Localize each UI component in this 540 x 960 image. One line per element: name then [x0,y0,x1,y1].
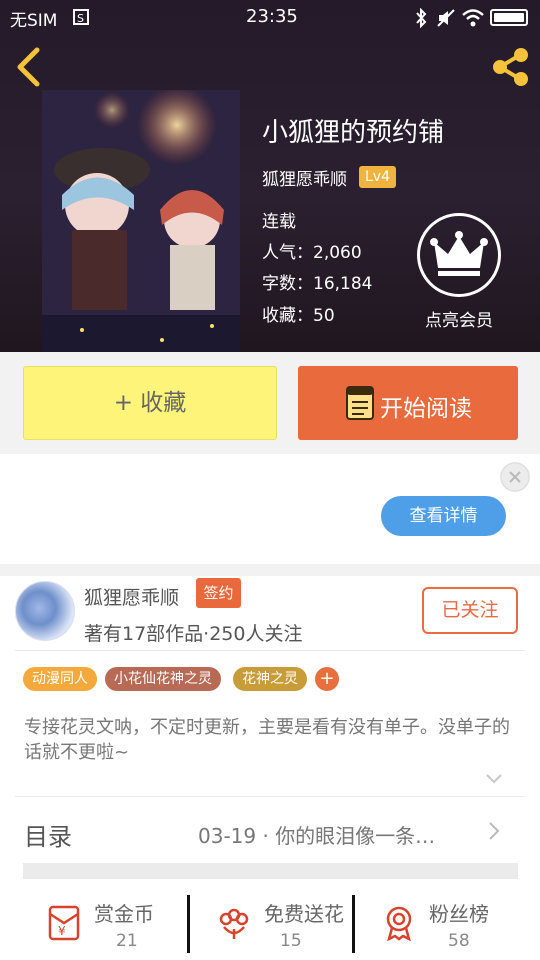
back-button[interactable] [10,44,50,90]
screenshot-icon: S [73,9,89,25]
start-reading-button[interactable]: 开始阅读 [298,366,518,440]
tag-chip[interactable]: 小花仙花神之灵 [105,667,221,691]
carrier-label: 无SIM [10,11,58,31]
fan-ranking-button[interactable]: 粉丝榜 58 [355,891,525,960]
action-bar: + 收藏 开始阅读 [0,352,540,454]
divider [15,650,525,651]
book-author[interactable]: 狐狸愿乖顺 [262,165,347,190]
view-details-button[interactable]: 查看详情 [381,496,506,536]
wifi-icon [462,9,484,27]
book-description: 专接花灵文呐，不定时更新，主要是看有没有单子。没单子的话就不更啦~ [24,717,510,763]
book-header: 无SIM S 23:35 小狐狸的预约铺 狐狸愿乖顺 Lv4 连载 人气：2,0… [0,0,540,352]
book-popularity: 人气：2,060 [262,243,362,263]
crown-icon [430,231,488,276]
book-cover-image[interactable] [42,90,240,352]
latest-chapter: 03-19 · 你的眼泪像一条… [198,824,436,848]
section-separator [23,863,518,879]
vip-circle [417,213,501,297]
flower-icon [219,908,249,939]
send-flowers-count: 15 [280,931,302,951]
add-favorite-button[interactable]: + 收藏 [23,366,277,440]
ad-close-button[interactable] [500,462,530,492]
red-envelope-yen-icon: ¥ [48,905,80,941]
mute-icon [437,9,455,27]
svg-text:¥: ¥ [58,924,66,938]
tag-chip[interactable]: 动漫同人 [23,667,97,691]
ad-banner: 查看详情 [0,454,540,564]
vip-label: 点亮会员 [425,311,493,331]
vip-button[interactable]: 点亮会员 [413,213,505,331]
level-badge: Lv4 [359,166,396,188]
author-name[interactable]: 狐狸愿乖顺 [84,583,179,610]
tag-chip[interactable]: 花神之灵 [233,667,307,691]
battery-icon [490,9,528,26]
bluetooth-icon [416,8,427,28]
reader-actions-row: ¥ 赏金币 21 免费送花 15 粉丝榜 58 [0,891,540,960]
table-of-contents-row[interactable]: 目录 03-19 · 你的眼泪像一条… [0,797,540,863]
reward-coins-count: 21 [116,931,138,951]
signed-badge: 签约 [196,578,241,608]
share-button[interactable] [488,46,532,88]
send-flowers-label: 免费送花 [264,902,344,926]
battery-fill [494,13,524,22]
fan-ranking-label: 粉丝榜 [429,902,489,926]
expand-chevron-icon[interactable] [485,773,503,785]
book-title: 小狐狸的预约铺 [262,118,445,148]
author-avatar[interactable] [15,581,75,641]
chevron-right-icon [489,822,500,840]
author-section: 狐狸愿乖顺 签约 著有17部作品·250人关注 已关注 动漫同人 小花仙花神之灵… [0,576,540,960]
status-bar: 无SIM S 23:35 [0,0,540,34]
book-status: 连载 [262,212,296,232]
add-tag-button[interactable]: + [315,667,339,691]
svg-text:S: S [77,12,84,25]
reward-coins-label: 赏金币 [94,902,154,926]
start-reading-label: 开始阅读 [380,396,472,422]
send-flowers-button[interactable]: 免费送花 15 [190,891,360,960]
medal-icon [386,906,412,941]
follow-button[interactable]: 已关注 [422,587,518,634]
clock: 23:35 [246,6,298,27]
fan-ranking-count: 58 [448,931,470,951]
reward-coins-button[interactable]: ¥ 赏金币 21 [20,891,190,960]
book-icon [346,386,374,420]
book-favorites-count: 收藏：50 [262,306,335,326]
author-meta: 著有17部作品·250人关注 [84,623,303,645]
toc-label: 目录 [24,823,72,851]
book-word-count: 字数：16,184 [262,274,373,294]
